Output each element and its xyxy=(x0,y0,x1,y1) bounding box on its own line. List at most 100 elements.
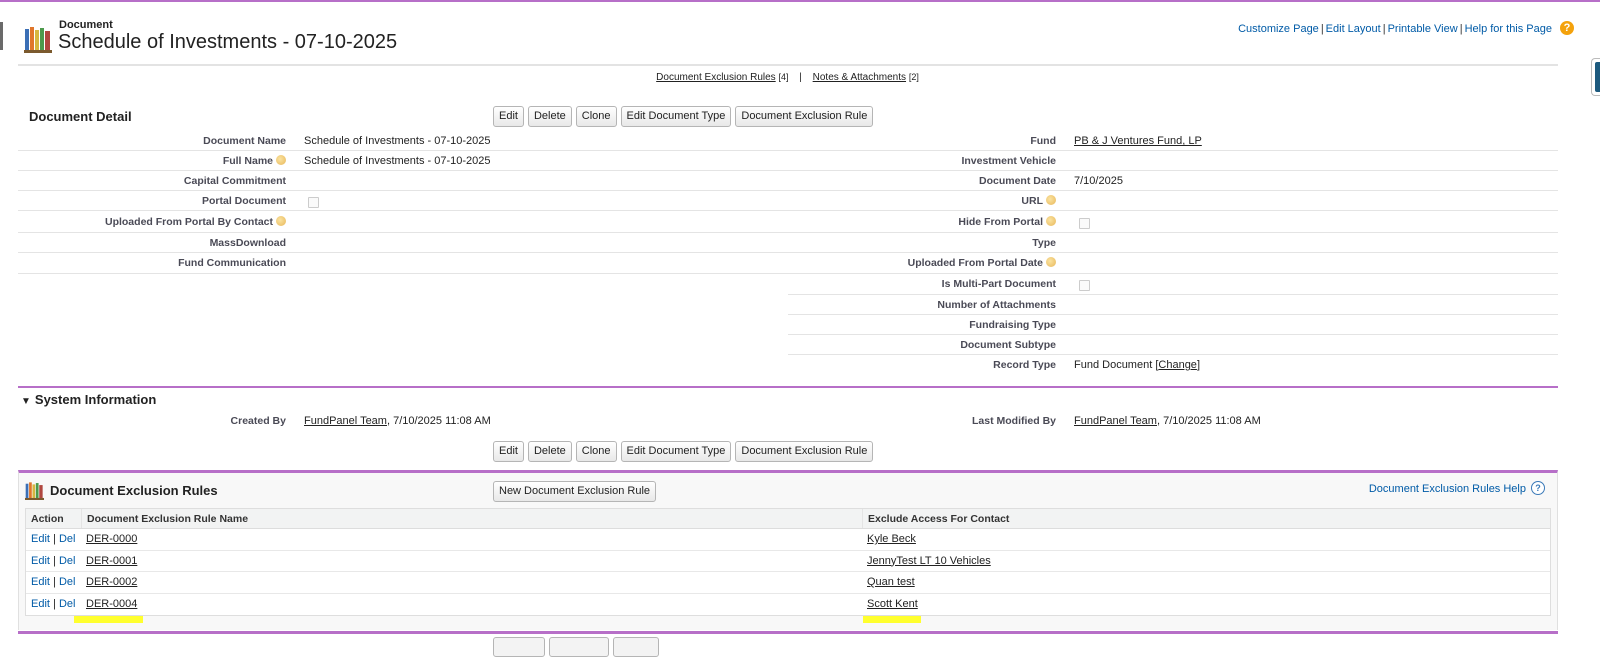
info-icon[interactable] xyxy=(276,216,286,226)
field-label-full-name: Full Name xyxy=(222,155,273,167)
rule-name-link[interactable]: DER-0002 xyxy=(86,576,137,588)
info-icon[interactable] xyxy=(1046,195,1056,205)
collapse-triangle-icon[interactable]: ▼ xyxy=(21,396,31,407)
table-row: Edit | Del DER-0002 Quan test xyxy=(26,572,1550,594)
field-label-uploaded-portal-date: Uploaded From Portal Date xyxy=(907,257,1043,269)
left-edge-tab xyxy=(0,22,3,50)
created-by-date: , 7/10/2025 11:08 AM xyxy=(386,415,491,427)
edit-button[interactable]: Edit xyxy=(493,106,524,127)
edit-button[interactable]: Edit xyxy=(493,441,524,462)
edit-document-type-button[interactable]: Edit Document Type xyxy=(620,106,732,127)
header-divider xyxy=(18,64,1558,66)
field-label-fundraising-type: Fundraising Type xyxy=(969,319,1056,331)
row-edit-link[interactable]: Edit xyxy=(31,576,50,588)
partial-button[interactable] xyxy=(613,637,659,657)
row-delete-link[interactable]: Del xyxy=(59,533,76,545)
side-panel-toggle[interactable] xyxy=(1591,58,1600,96)
fund-link[interactable]: PB & J Ventures Fund, LP xyxy=(1074,135,1202,147)
field-label-hide-from-portal: Hide From Portal xyxy=(958,216,1043,228)
related-list-exclusion-rules: Document Exclusion Rules New Document Ex… xyxy=(18,470,1558,630)
contact-link[interactable]: Quan test xyxy=(867,576,915,588)
partial-button[interactable] xyxy=(549,637,609,657)
help-icon[interactable]: ? xyxy=(1560,21,1574,35)
field-label-multi-part: Is Multi-Part Document xyxy=(941,278,1056,290)
field-value-record-type: Fund Document xyxy=(1074,359,1153,371)
field-label-portal-document: Portal Document xyxy=(201,195,286,207)
info-icon[interactable] xyxy=(276,155,286,165)
clone-button[interactable]: Clone xyxy=(575,106,617,127)
field-label-mass-download: MassDownload xyxy=(209,237,286,249)
related-links-bar: Document Exclusion Rules [4] | Notes & A… xyxy=(0,72,1575,83)
system-info-divider xyxy=(18,386,1558,388)
field-label-type: Type xyxy=(1032,237,1056,249)
field-label-document-subtype: Document Subtype xyxy=(960,339,1056,351)
field-label-investment-vehicle: Investment Vehicle xyxy=(961,155,1056,167)
table-row: Edit | Del DER-0000 Kyle Beck xyxy=(26,529,1550,551)
field-label-last-modified-by: Last Modified By xyxy=(971,415,1056,427)
delete-button[interactable]: Delete xyxy=(527,106,572,127)
field-label-created-by: Created By xyxy=(230,415,286,427)
info-icon[interactable] xyxy=(1046,257,1056,267)
row-edit-link[interactable]: Edit xyxy=(31,533,50,545)
edit-document-type-button[interactable]: Edit Document Type xyxy=(620,441,732,462)
row-edit-link[interactable]: Edit xyxy=(31,598,50,610)
multi-part-checkbox xyxy=(1079,280,1090,291)
modified-by-user-link[interactable]: FundPanel Team xyxy=(1074,415,1157,427)
page-title: Schedule of Investments - 07-10-2025 xyxy=(58,31,398,53)
field-label-url: URL xyxy=(1021,195,1043,207)
related-link-notes-attachments[interactable]: Notes & Attachments xyxy=(813,72,906,83)
top-accent-line xyxy=(0,0,1600,2)
clone-button[interactable]: Clone xyxy=(575,441,617,462)
contact-link[interactable]: Kyle Beck xyxy=(867,533,916,545)
customize-page-link[interactable]: Customize Page xyxy=(1238,23,1319,35)
column-header-action: Action xyxy=(31,513,64,525)
table-row: Edit | Del DER-0001 JennyTest LT 10 Vehi… xyxy=(26,551,1550,572)
row-delete-link[interactable]: Del xyxy=(59,555,76,567)
exclusion-rules-help-link[interactable]: Document Exclusion Rules Help xyxy=(1369,483,1526,495)
row-edit-link[interactable]: Edit xyxy=(31,555,50,567)
field-label-record-type: Record Type xyxy=(993,359,1056,371)
column-header-rule-name: Document Exclusion Rule Name xyxy=(87,513,249,525)
related-separator: | xyxy=(799,72,802,83)
next-section-divider xyxy=(18,631,1558,634)
contact-link[interactable]: Scott Kent xyxy=(867,598,918,610)
info-icon[interactable] xyxy=(1046,216,1056,226)
rule-name-link[interactable]: DER-0001 xyxy=(86,555,137,567)
field-value-document-date: 7/10/2025 xyxy=(1074,175,1123,187)
table-header: Action Document Exclusion Rule Name Excl… xyxy=(26,509,1550,529)
document-books-icon xyxy=(25,482,44,500)
new-exclusion-rule-button[interactable]: New Document Exclusion Rule xyxy=(493,481,657,502)
modified-by-date: , 7/10/2025 11:08 AM xyxy=(1156,415,1261,427)
rule-name-link[interactable]: DER-0004 xyxy=(86,598,137,610)
field-value-full-name: Schedule of Investments - 07-10-2025 xyxy=(304,155,491,167)
detail-button-bar-bottom: Edit Delete Clone Edit Document Type Doc… xyxy=(493,441,874,462)
field-label-capital-commitment: Capital Commitment xyxy=(183,175,286,187)
contact-link[interactable]: JennyTest LT 10 Vehicles xyxy=(867,555,991,567)
related-count: [2] xyxy=(908,72,919,82)
row-delete-link[interactable]: Del xyxy=(59,576,76,588)
object-type-label: Document xyxy=(59,19,113,31)
exclusion-rules-table: Action Document Exclusion Rule Name Excl… xyxy=(25,508,1551,616)
portal-document-checkbox xyxy=(308,197,319,208)
column-header-exclude-contact: Exclude Access For Contact xyxy=(868,513,1010,525)
row-delete-link[interactable]: Del xyxy=(59,598,76,610)
printable-view-link[interactable]: Printable View xyxy=(1388,23,1458,35)
partial-button[interactable] xyxy=(493,637,545,657)
delete-button[interactable]: Delete xyxy=(527,441,572,462)
help-page-link[interactable]: Help for this Page xyxy=(1465,23,1552,35)
header-links: Customize Page | Edit Layout | Printable Vie… xyxy=(1238,23,1552,35)
detail-button-bar-top: Edit Delete Clone Edit Document Type Doc… xyxy=(493,106,874,127)
next-section-buttons-partial xyxy=(493,637,659,657)
table-row: Edit | Del DER-0004 Scott Kent xyxy=(31,597,918,610)
document-exclusion-rule-button[interactable]: Document Exclusion Rule xyxy=(735,106,874,127)
section-title-system-information[interactable]: ▼ System Information xyxy=(21,392,156,407)
change-record-type-link[interactable]: Change xyxy=(1158,359,1197,371)
related-list-title: Document Exclusion Rules xyxy=(50,483,218,498)
related-link-exclusion-rules[interactable]: Document Exclusion Rules xyxy=(656,72,776,83)
document-exclusion-rule-button[interactable]: Document Exclusion Rule xyxy=(735,441,874,462)
help-question-icon[interactable]: ? xyxy=(1531,481,1545,495)
created-by-user-link[interactable]: FundPanel Team xyxy=(304,415,387,427)
rule-name-link[interactable]: DER-0000 xyxy=(86,533,137,545)
edit-layout-link[interactable]: Edit Layout xyxy=(1326,23,1381,35)
hide-from-portal-checkbox xyxy=(1079,218,1090,229)
